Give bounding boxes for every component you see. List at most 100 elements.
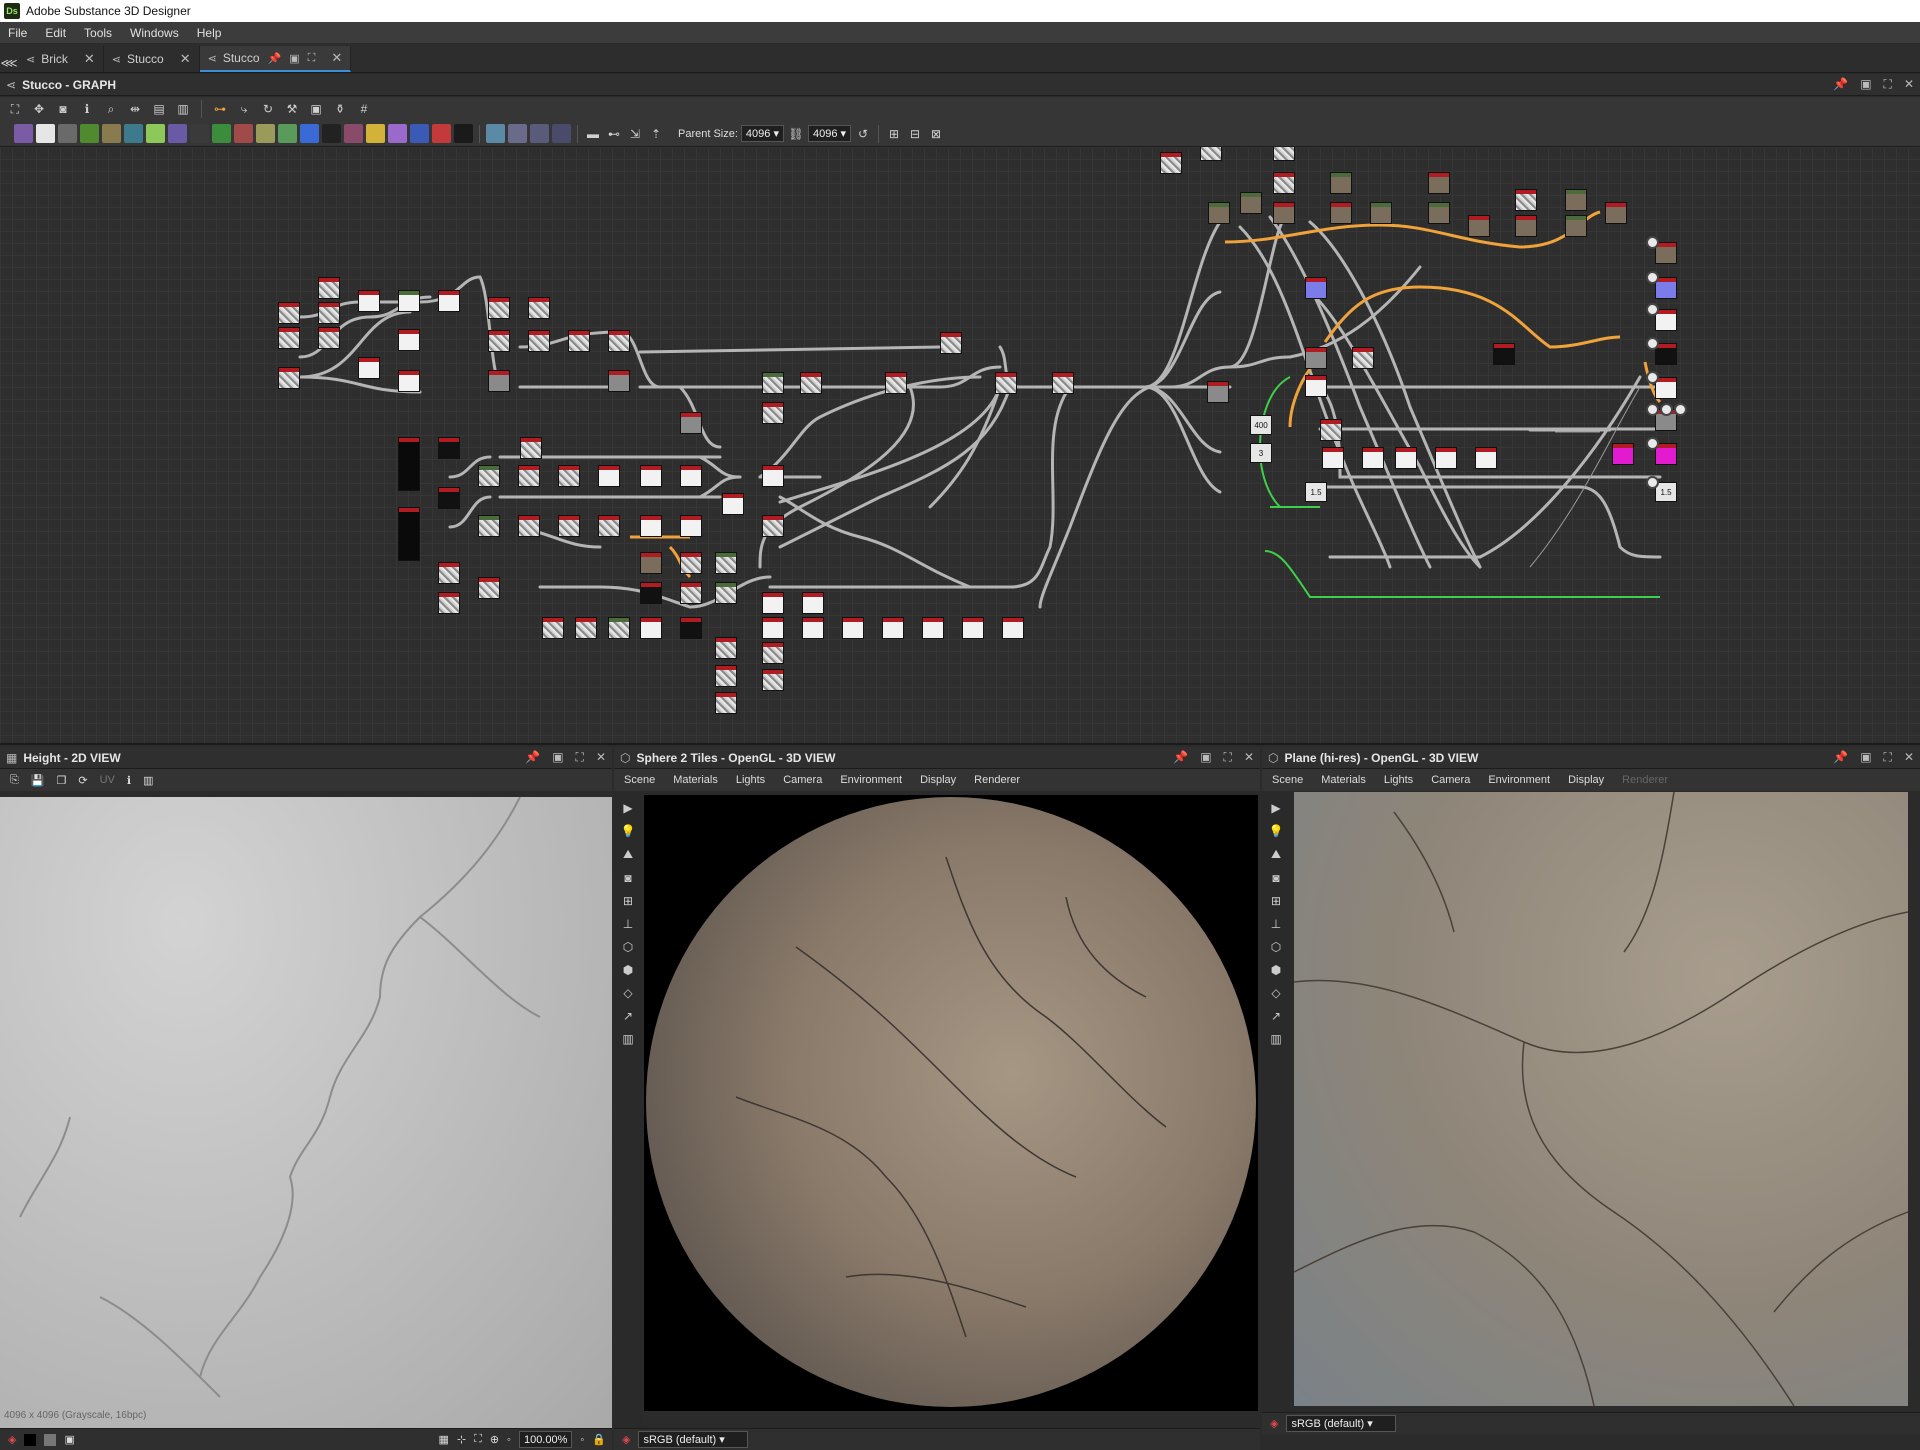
- graph-node[interactable]: [575, 617, 597, 639]
- wireframe-icon[interactable]: ⬢: [1271, 963, 1281, 977]
- graph-node[interactable]: [762, 402, 784, 424]
- noise-node-icon[interactable]: [234, 124, 253, 143]
- environment-icon[interactable]: ⛰: [1271, 847, 1281, 862]
- histogram-icon[interactable]: ▥: [143, 774, 153, 787]
- graph-node[interactable]: [1002, 617, 1024, 639]
- output-node-icon[interactable]: [432, 124, 451, 143]
- value-node[interactable]: 3: [1250, 443, 1272, 463]
- graph-node[interactable]: [598, 465, 620, 487]
- comment-icon[interactable]: ▬: [584, 125, 602, 143]
- graph-node[interactable]: [398, 507, 420, 561]
- float-icon[interactable]: ▣: [552, 750, 563, 765]
- graph-node[interactable]: [962, 617, 984, 639]
- close-icon[interactable]: ✕: [331, 50, 342, 66]
- axis-icon[interactable]: ⊥: [1271, 917, 1281, 931]
- graph-node[interactable]: [762, 669, 784, 691]
- menu-tools[interactable]: Tools: [84, 26, 112, 40]
- stucco-plane-preview[interactable]: [1294, 792, 1908, 1406]
- wire-icon[interactable]: ⊶: [211, 100, 229, 118]
- graph-node[interactable]: [1208, 202, 1230, 224]
- float-icon[interactable]: ▣: [1860, 750, 1871, 765]
- maximize-icon[interactable]: ⛶: [1884, 750, 1892, 765]
- graph-node[interactable]: [358, 290, 380, 312]
- graph-node[interactable]: [318, 302, 340, 324]
- float-icon[interactable]: ▣: [289, 52, 299, 65]
- frame-icon[interactable]: ▣: [307, 100, 325, 118]
- graph-node[interactable]: [398, 370, 420, 392]
- graph-node[interactable]: [598, 515, 620, 537]
- graph-node[interactable]: [680, 412, 702, 434]
- graph-node[interactable]: [518, 465, 540, 487]
- input-node-icon[interactable]: [410, 124, 429, 143]
- close-icon[interactable]: ✕: [1244, 750, 1254, 765]
- graph-node[interactable]: [1428, 202, 1450, 224]
- menu-display[interactable]: Display: [920, 774, 956, 786]
- graph-node[interactable]: [478, 465, 500, 487]
- histogram-icon[interactable]: ▥: [622, 1032, 633, 1046]
- graph-node[interactable]: [438, 562, 460, 584]
- pointer-icon[interactable]: ↗: [623, 1009, 633, 1023]
- graph-node[interactable]: [842, 617, 864, 639]
- align-vertical-icon[interactable]: ⊟: [906, 125, 924, 143]
- graph-node[interactable]: [1052, 372, 1074, 394]
- graph-node[interactable]: [488, 297, 510, 319]
- graph-node[interactable]: [715, 692, 737, 714]
- graph-node[interactable]: [680, 617, 702, 639]
- align-icon[interactable]: ▤: [150, 100, 168, 118]
- tiling-icon[interactable]: ⊹: [457, 1433, 466, 1446]
- graph-node[interactable]: [1207, 381, 1229, 403]
- menu-edit[interactable]: Edit: [45, 26, 66, 40]
- close-icon[interactable]: ✕: [1904, 750, 1914, 765]
- graph-node[interactable]: [1605, 202, 1627, 224]
- layers-icon[interactable]: ◈: [622, 1433, 630, 1446]
- graph-node[interactable]: [762, 515, 784, 537]
- zoom-field[interactable]: 100.00%: [518, 1431, 573, 1448]
- menu-camera[interactable]: Camera: [783, 774, 822, 786]
- graph-node[interactable]: [1330, 172, 1352, 194]
- graph-node[interactable]: [1493, 343, 1515, 365]
- graph-node[interactable]: [1515, 189, 1537, 211]
- menu-environment[interactable]: Environment: [840, 774, 902, 786]
- graph-node[interactable]: [488, 330, 510, 352]
- environment-icon[interactable]: ⛰: [623, 847, 633, 862]
- tab-brick[interactable]: ⋖ Brick ✕: [18, 46, 104, 72]
- float-icon[interactable]: ▣: [1200, 750, 1211, 765]
- graph-node[interactable]: [715, 582, 737, 604]
- copy-icon[interactable]: ⎘: [10, 774, 19, 787]
- graph-node[interactable]: [800, 372, 822, 394]
- route-icon[interactable]: ⤷: [235, 100, 253, 118]
- graph-node[interactable]: [318, 277, 340, 299]
- bitmap-node-icon[interactable]: [14, 124, 33, 143]
- menu-materials[interactable]: Materials: [1321, 774, 1366, 786]
- uv-toggle[interactable]: UV: [100, 774, 115, 786]
- camera-icon[interactable]: ▶: [623, 801, 632, 815]
- screenshot-icon[interactable]: ◙: [624, 871, 631, 885]
- graph-node[interactable]: [1240, 192, 1262, 214]
- graph-node[interactable]: [438, 290, 460, 312]
- graph-node[interactable]: [1273, 172, 1295, 194]
- brush-icon[interactable]: ⚱: [331, 100, 349, 118]
- info-icon[interactable]: ℹ: [127, 774, 131, 787]
- maximize-icon[interactable]: ⛶: [1224, 750, 1232, 765]
- graph-node[interactable]: [438, 592, 460, 614]
- graph-node[interactable]: [542, 617, 564, 639]
- graph-node[interactable]: [438, 487, 460, 509]
- plane-icon[interactable]: ◇: [623, 986, 632, 1000]
- layout-icon[interactable]: ▥: [174, 100, 192, 118]
- menu-scene[interactable]: Scene: [624, 774, 655, 786]
- menu-renderer[interactable]: Renderer: [1622, 774, 1668, 786]
- dot-icon[interactable]: ⊷: [605, 125, 623, 143]
- tile-node-icon[interactable]: [190, 124, 209, 143]
- axis-icon[interactable]: ⊥: [623, 917, 633, 931]
- graph-node[interactable]: [520, 437, 542, 459]
- screenshot-icon[interactable]: ◙: [1272, 871, 1279, 885]
- light-icon[interactable]: 💡: [621, 824, 636, 838]
- camera-icon[interactable]: ◙: [54, 100, 72, 118]
- graph-node[interactable]: [802, 592, 824, 614]
- graph-node[interactable]: [608, 370, 630, 392]
- refresh-icon[interactable]: ⟳: [78, 774, 87, 787]
- graph-node[interactable]: [1565, 215, 1587, 237]
- tab-stucco-1[interactable]: ⋖ Stucco ✕: [104, 46, 200, 72]
- export-icon[interactable]: ⇲: [626, 125, 644, 143]
- distance-node-icon[interactable]: [278, 124, 297, 143]
